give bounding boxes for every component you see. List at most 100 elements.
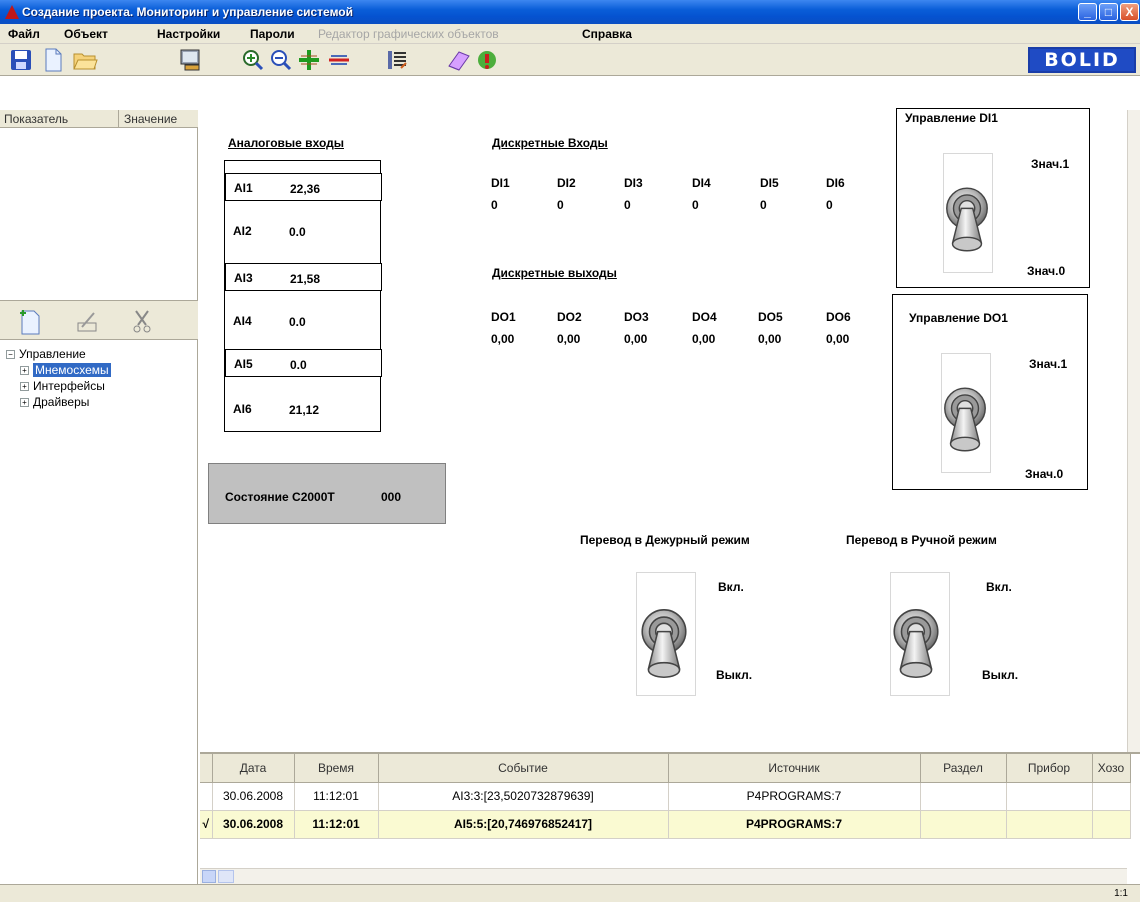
di2-label: DI2 (557, 176, 576, 190)
cell-event: AI5:5:[20,746976852417] (378, 810, 669, 839)
di5-value: 0 (760, 198, 767, 212)
tree-node-mnemo[interactable]: + Мнемосхемы (6, 362, 111, 378)
column-divider[interactable] (118, 110, 119, 128)
scroll-left-icon[interactable] (202, 870, 216, 883)
expand-icon[interactable]: + (20, 366, 29, 376)
control-di1-panel: Управление DI1 Знач.1 Знач.0 (896, 108, 1090, 288)
mode-manual-on-label: Вкл. (986, 580, 1012, 594)
do4-label: DO4 (692, 310, 717, 324)
column-event[interactable]: Событие (378, 754, 669, 783)
collapse-icon[interactable]: − (6, 350, 15, 360)
cell-section (920, 810, 1007, 839)
menu-settings[interactable]: Настройки (157, 27, 220, 41)
events-grid: Дата Время Событие Источник Раздел Прибо… (200, 752, 1140, 868)
tree-toolbar (0, 300, 198, 340)
tree-node-root[interactable]: − Управление (6, 346, 111, 362)
left-panel: Показатель Значение − Управление + Мнемосх… (0, 110, 198, 884)
do6-value: 0,00 (826, 332, 850, 346)
row-indicator-header (200, 754, 213, 783)
open-folder-icon[interactable] (72, 48, 98, 72)
horizontal-scrollbar[interactable] (200, 868, 1127, 884)
column-date[interactable]: Дата (212, 754, 295, 783)
do3-value: 0,00 (624, 332, 648, 346)
column-value[interactable]: Значение (124, 112, 177, 126)
di6-value: 0 (826, 198, 833, 212)
column-indicator[interactable]: Показатель (4, 112, 68, 126)
mode-manual-title: Перевод в Ручной режим (846, 533, 997, 547)
maximize-button[interactable]: □ (1099, 3, 1118, 21)
tree-node-drivers[interactable]: + Драйверы (6, 394, 111, 410)
expand-icon[interactable]: + (20, 398, 29, 408)
column-owner[interactable]: Хозо (1092, 754, 1131, 783)
zoom-out-icon[interactable] (268, 48, 294, 72)
cell-time: 11:12:01 (294, 810, 379, 839)
column-time[interactable]: Время (294, 754, 379, 783)
column-source[interactable]: Источник (668, 754, 921, 783)
cell-device (1006, 782, 1093, 811)
di1-label: DI1 (491, 176, 510, 190)
menu-help[interactable]: Справка (582, 27, 632, 41)
mode-duty-title: Перевод в Дежурный режим (580, 533, 750, 547)
cell-owner (1092, 810, 1131, 839)
tree-node-interfaces[interactable]: + Интерфейсы (6, 378, 111, 394)
analog-row-ai1: AI1 22,36 (225, 173, 382, 201)
new-item-icon[interactable] (18, 307, 42, 338)
window-title: Создание проекта. Мониторинг и управлени… (22, 5, 353, 19)
cell-event: AI3:3:[23,5020732879639] (378, 782, 669, 811)
do2-value: 0,00 (557, 332, 581, 346)
manual-mode-toggle-switch-icon[interactable] (888, 606, 944, 680)
analog-row-ai3: AI3 21,58 (225, 263, 382, 291)
mode-duty-off-label: Выкл. (716, 668, 753, 682)
cell-source: P4PROGRAMS:7 (668, 782, 921, 811)
di4-value: 0 (692, 198, 699, 212)
cell-date: 30.06.2008 (212, 810, 295, 839)
add-row-icon[interactable] (296, 48, 322, 72)
close-button[interactable]: X (1120, 3, 1139, 21)
menu-bar: Файл Объект Настройки Пароли Редактор гр… (0, 24, 1140, 44)
events-table: Дата Время Событие Источник Раздел Прибо… (200, 754, 1131, 839)
analog-inputs-header: Аналоговые входы (228, 136, 344, 150)
new-document-icon[interactable] (40, 48, 66, 72)
di2-value: 0 (557, 198, 564, 212)
cut-item-icon[interactable] (130, 307, 154, 338)
device-status-value: 000 (381, 490, 402, 504)
row-indicator (200, 782, 213, 811)
do4-value: 0,00 (692, 332, 716, 346)
control-di1-off-label: Знач.0 (1027, 264, 1066, 278)
minimize-button[interactable]: _ (1078, 3, 1097, 21)
vertical-scrollbar[interactable] (1127, 110, 1140, 752)
di6-label: DI6 (826, 176, 845, 190)
menu-file[interactable]: Файл (8, 27, 40, 41)
mode-manual-off-label: Выкл. (982, 668, 1019, 682)
help-book-icon[interactable] (446, 48, 472, 72)
menu-object[interactable]: Объект (64, 27, 108, 41)
column-section[interactable]: Раздел (920, 754, 1007, 783)
expand-icon[interactable]: + (20, 382, 29, 392)
zoom-in-icon[interactable] (240, 48, 266, 72)
save-icon[interactable] (8, 48, 34, 72)
cell-owner (1092, 782, 1131, 811)
properties-icon[interactable] (384, 48, 410, 72)
column-device[interactable]: Прибор (1006, 754, 1093, 783)
edit-item-icon[interactable] (76, 307, 100, 338)
menu-graphic-editor[interactable]: Редактор графических объектов (318, 27, 499, 41)
cell-time: 11:12:01 (294, 782, 379, 811)
scroll-thumb[interactable] (218, 870, 234, 883)
monitor-icon[interactable] (178, 48, 204, 72)
do1-value: 0,00 (491, 332, 515, 346)
do1-toggle-switch-icon[interactable] (939, 385, 991, 453)
table-row-selected[interactable]: √ 30.06.2008 11:12:01 AI5:5:[20,74697685… (200, 810, 1131, 839)
menu-passwords[interactable]: Пароли (250, 27, 295, 41)
indicator-list-header: Показатель Значение (0, 110, 198, 128)
title-bar: Создание проекта. Мониторинг и управлени… (0, 0, 1140, 24)
object-tree: − Управление + Мнемосхемы + Интерфейсы + Дра… (6, 346, 111, 410)
zoom-level: 1:1 (1114, 888, 1128, 899)
di1-toggle-switch-icon[interactable] (941, 185, 993, 253)
remove-row-icon[interactable] (326, 48, 352, 72)
mode-duty-on-label: Вкл. (718, 580, 744, 594)
table-row[interactable]: 30.06.2008 11:12:01 AI3:3:[23,5020732879… (200, 782, 1131, 811)
duty-mode-toggle-switch-icon[interactable] (636, 606, 692, 680)
di5-label: DI5 (760, 176, 779, 190)
info-icon[interactable] (474, 48, 500, 72)
do6-label: DO6 (826, 310, 851, 324)
